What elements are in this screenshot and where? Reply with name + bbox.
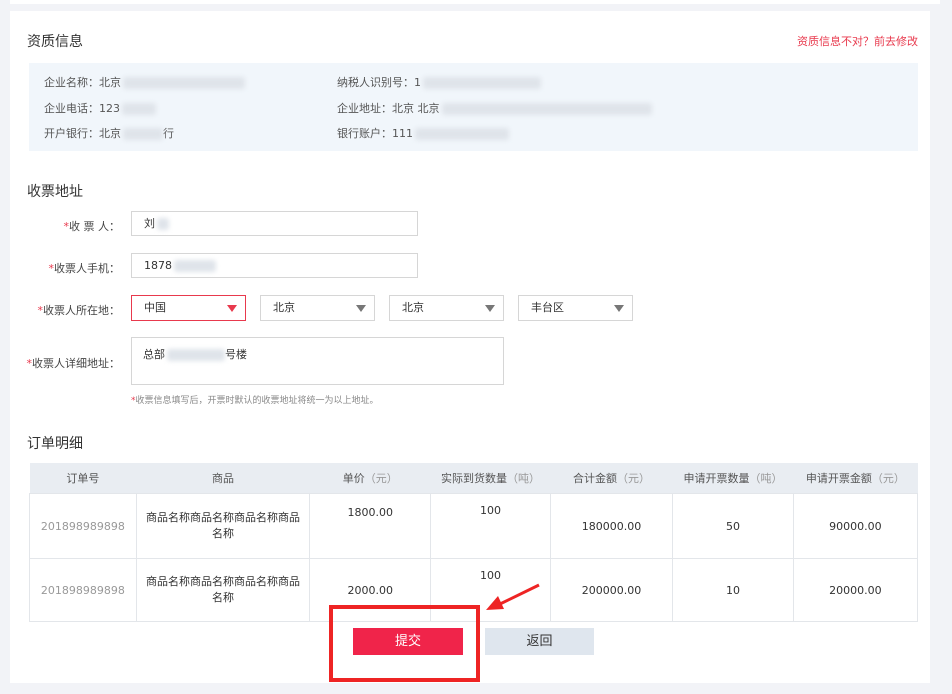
country-select[interactable]: 中国: [131, 295, 246, 321]
chevron-down-icon: [485, 305, 495, 312]
company-address-label: 企业地址：: [337, 102, 392, 115]
table-row: 201898989898 商品名称商品名称商品名称商品名称 1800.00 10…: [29, 493, 919, 559]
bank-account-value: 111: [392, 127, 413, 140]
bank-account: 银行账户：111: [337, 125, 509, 141]
company-name-label: 企业名称：: [44, 76, 99, 89]
redacted-blur: [157, 218, 169, 230]
bank-name-value: 北京: [99, 127, 121, 140]
receiver-phone-label: *收票人手机：: [48, 262, 121, 275]
tax-id-value: 1: [414, 76, 421, 89]
chevron-down-icon: [614, 305, 624, 312]
qualification-box: 企业名称：北京 纳税人识别号：1 企业电话：123 企业地址：北京 北京 开户银…: [29, 63, 918, 151]
receiver-name-label: *收 票 人：: [63, 220, 121, 233]
redacted-blur: [415, 128, 509, 140]
col-apply-amount: 申请开票金额（元）: [793, 463, 918, 494]
apply-qty-cell: 10: [672, 558, 794, 622]
company-phone: 企业电话：123: [44, 100, 156, 116]
receiver-title: 收票地址: [27, 184, 83, 200]
redacted-blur: [174, 260, 216, 272]
chevron-down-icon: [227, 305, 237, 312]
col-delivered-qty: 实际到货数量（吨）: [430, 463, 551, 494]
main-card: 资质信息 资质信息不对？前去修改 企业名称：北京 纳税人识别号：1 企业电话：1…: [10, 11, 930, 683]
product-cell: 商品名称商品名称商品名称商品名称: [135, 558, 311, 622]
back-button[interactable]: 返回: [485, 628, 594, 655]
receiver-region-label: *收票人所在地：: [37, 304, 121, 317]
product-cell: 商品名称商品名称商品名称商品名称: [135, 493, 311, 559]
order-no-cell: 201898989898: [29, 558, 137, 622]
company-name-value: 北京: [99, 76, 121, 89]
table-header-row: 订单号 商品 单价（元） 实际到货数量（吨） 合计金额（元） 申请开票数量（吨）…: [29, 463, 918, 494]
company-name: 企业名称：北京: [44, 74, 245, 90]
company-address-value: 北京 北京: [392, 102, 440, 115]
orders-title: 订单明细: [27, 436, 83, 452]
redacted-blur: [423, 77, 541, 89]
bank-name-label: 开户银行：: [44, 127, 99, 140]
company-address: 企业地址：北京 北京: [337, 100, 652, 116]
tax-id-label: 纳税人识别号：: [337, 76, 414, 89]
tax-id: 纳税人识别号：1: [337, 74, 541, 90]
qualification-title: 资质信息: [27, 34, 83, 50]
total-cell: 180000.00: [549, 493, 674, 559]
province-select[interactable]: 北京: [260, 295, 375, 321]
order-table: 订单号 商品 单价（元） 实际到货数量（吨） 合计金额（元） 申请开票数量（吨）…: [29, 463, 919, 622]
col-total: 合计金额（元）: [550, 463, 673, 494]
receiver-name-input[interactable]: 刘: [131, 211, 418, 236]
redacted-blur: [441, 103, 652, 115]
bank-name: 开户银行：北京 行: [44, 125, 174, 141]
city-select[interactable]: 北京: [389, 295, 504, 321]
col-product: 商品: [136, 463, 310, 494]
order-no-cell: 201898989898: [29, 493, 137, 559]
delivered-qty-cell: 100: [430, 493, 551, 559]
district-select[interactable]: 丰台区: [518, 295, 633, 321]
col-apply-qty: 申请开票数量（吨）: [672, 463, 794, 494]
edit-qualification-link[interactable]: 资质信息不对？前去修改: [797, 33, 918, 49]
redacted-blur: [167, 349, 225, 361]
highlight-annotation-box: [329, 605, 480, 682]
apply-qty-cell: 50: [672, 493, 794, 559]
chevron-down-icon: [356, 305, 366, 312]
redacted-blur: [122, 103, 156, 115]
apply-amount-cell: 90000.00: [792, 493, 919, 559]
company-phone-label: 企业电话：: [44, 102, 99, 115]
total-cell: 200000.00: [549, 558, 674, 622]
annotation-arrow-icon: [486, 583, 540, 610]
redacted-blur: [123, 77, 245, 89]
receiver-hint: *收票信息填写后，开票时默认的收票地址将统一为以上地址。: [131, 396, 379, 406]
receiver-detail-label: *收票人详细地址：: [26, 357, 121, 370]
company-phone-value: 123: [99, 102, 120, 115]
redacted-blur: [123, 128, 163, 140]
top-strip: [10, 0, 940, 4]
apply-amount-cell: 20000.00: [792, 558, 919, 622]
col-unit-price: 单价（元）: [309, 463, 431, 494]
bank-account-label: 银行账户：: [337, 127, 392, 140]
col-order-no: 订单号: [29, 463, 137, 494]
unit-price-cell: 1800.00: [309, 493, 432, 559]
receiver-phone-input[interactable]: 1878: [131, 253, 418, 278]
receiver-detail-textarea[interactable]: 总部 号楼: [131, 337, 504, 385]
bank-name-suffix: 行: [163, 127, 174, 140]
